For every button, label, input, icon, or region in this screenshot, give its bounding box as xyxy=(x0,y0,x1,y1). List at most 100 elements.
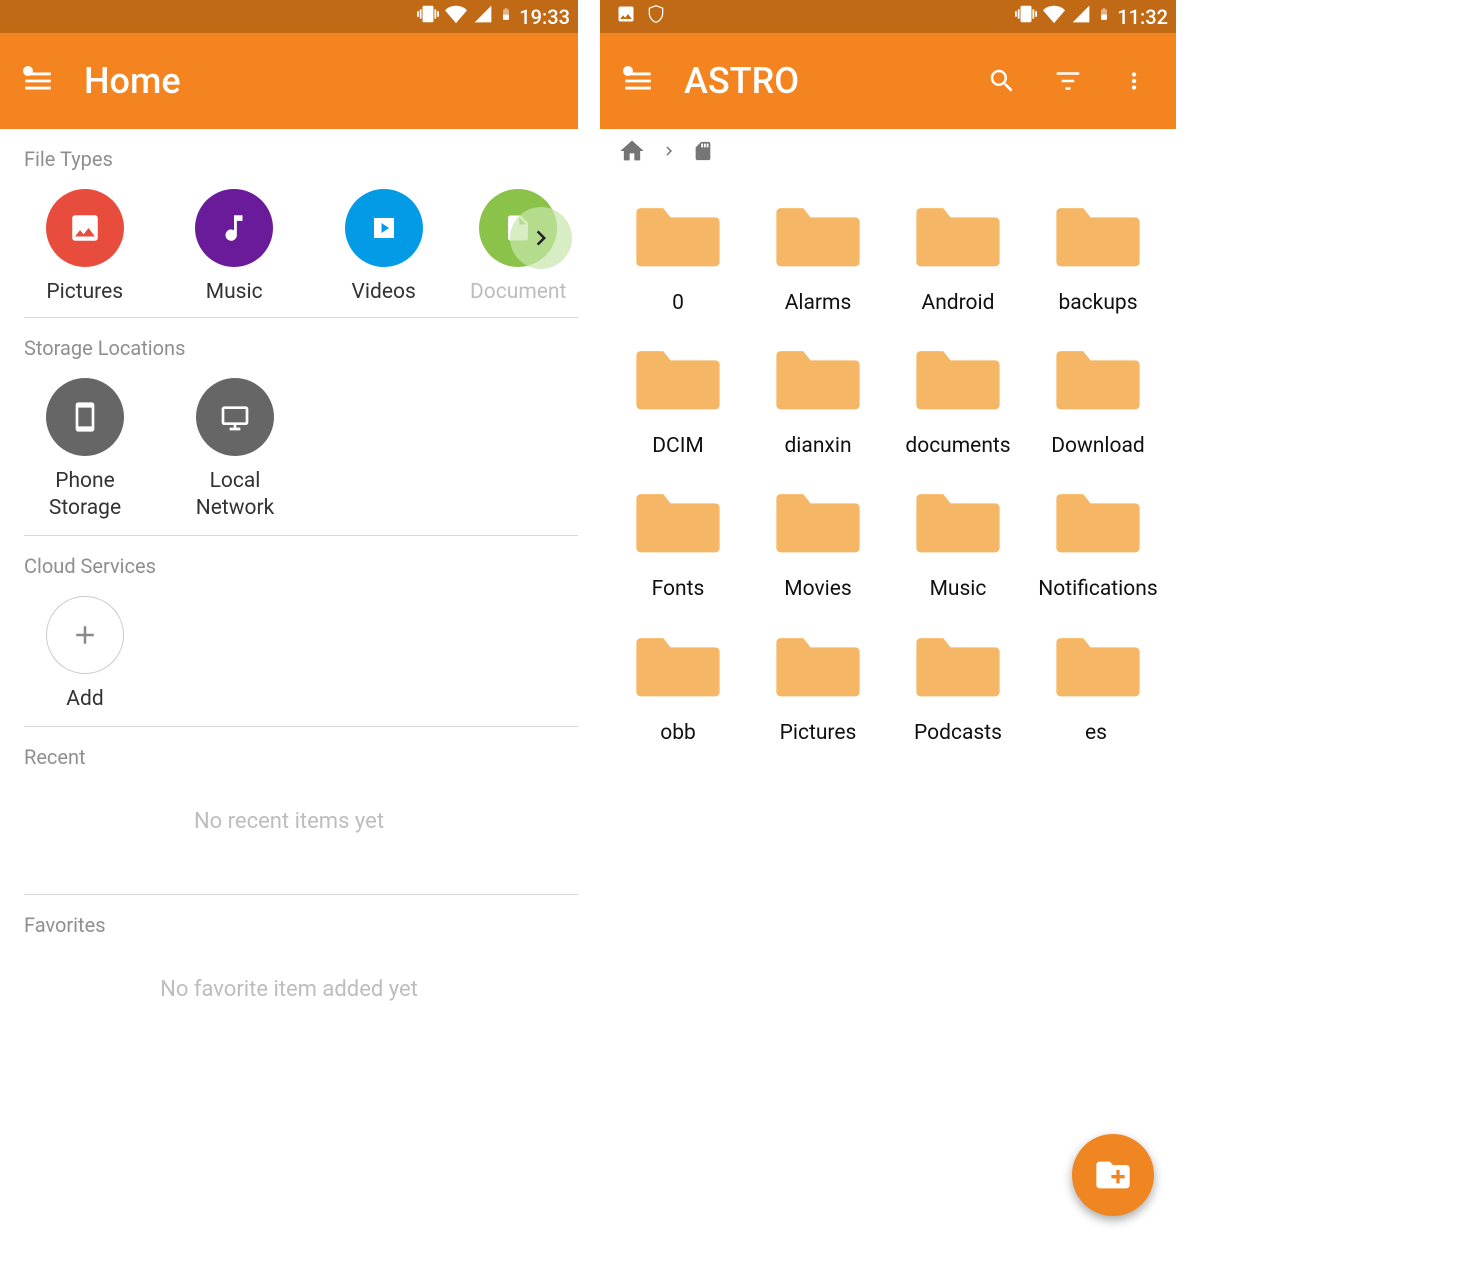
screen-home: 19:33 Home File Types Pictures Music xyxy=(0,0,580,1280)
folder-item[interactable]: 0 xyxy=(608,197,748,316)
storage-network[interactable]: Local Network xyxy=(160,378,310,521)
chevron-right-icon xyxy=(660,141,678,165)
page-title: ASTRO xyxy=(684,60,799,102)
folder-label: Android xyxy=(922,291,995,316)
folder-icon xyxy=(771,483,865,557)
folder-label: Music xyxy=(930,577,987,602)
folder-item[interactable]: Android xyxy=(888,197,1028,316)
folder-label: 0 xyxy=(672,291,684,316)
folder-icon xyxy=(631,340,725,414)
folder-label: Pictures xyxy=(780,721,857,746)
home-crumb-icon[interactable] xyxy=(618,137,646,169)
folder-label: documents xyxy=(905,434,1010,459)
filetype-label: Music xyxy=(206,279,263,305)
file-types-row: Pictures Music Videos Document xyxy=(0,181,578,317)
filetype-pictures[interactable]: Pictures xyxy=(10,189,159,305)
storage-label: Local Network xyxy=(196,468,275,521)
sd-crumb-icon[interactable] xyxy=(692,140,714,166)
status-time: 11:32 xyxy=(1117,5,1168,29)
wifi-icon xyxy=(1043,3,1065,30)
folder-grid: 0 Alarms Android backups DCIM dianxin do… xyxy=(600,177,1176,786)
music-icon xyxy=(195,189,273,267)
folder-label: DCIM xyxy=(652,434,704,459)
folder-item[interactable]: Alarms xyxy=(748,197,888,316)
filetype-videos[interactable]: Videos xyxy=(309,189,458,305)
vibrate-icon xyxy=(1015,3,1037,30)
cloud-add[interactable]: Add xyxy=(10,596,160,712)
menu-button[interactable] xyxy=(14,57,62,105)
folder-item[interactable]: Fonts xyxy=(608,483,748,602)
folder-item[interactable]: Download xyxy=(1028,340,1168,459)
folder-label: Alarms xyxy=(785,291,852,316)
wifi-icon xyxy=(445,3,467,30)
folder-label: es xyxy=(1085,721,1111,746)
folder-label: Podcasts xyxy=(914,721,1002,746)
signal-icon xyxy=(1071,4,1091,29)
filetype-label: Document xyxy=(470,279,566,305)
storage-label: Phone Storage xyxy=(49,468,121,521)
folder-icon xyxy=(771,627,865,701)
app-bar: ASTRO xyxy=(600,33,1176,129)
filetype-label: Videos xyxy=(352,279,416,305)
filetype-label: Pictures xyxy=(46,279,123,305)
folder-label: obb xyxy=(660,721,696,746)
folder-icon xyxy=(911,340,1005,414)
folder-label: dianxin xyxy=(784,434,851,459)
storage-phone[interactable]: Phone Storage xyxy=(10,378,160,521)
phone-icon xyxy=(46,378,124,456)
folder-icon xyxy=(911,197,1005,271)
status-bar: 19:33 xyxy=(0,0,578,33)
app-bar: Home xyxy=(0,33,578,129)
status-time: 19:33 xyxy=(519,5,570,29)
cloud-add-label: Add xyxy=(66,686,103,712)
folder-icon xyxy=(1051,197,1145,271)
favorites-empty: No favorite item added yet xyxy=(0,947,578,1062)
network-icon xyxy=(196,378,274,456)
menu-button[interactable] xyxy=(614,57,662,105)
search-button[interactable] xyxy=(980,59,1024,103)
folder-icon xyxy=(631,627,725,701)
filetype-music[interactable]: Music xyxy=(159,189,308,305)
folder-item[interactable]: DCIM xyxy=(608,340,748,459)
folder-icon xyxy=(631,483,725,557)
folder-item[interactable]: documents xyxy=(888,340,1028,459)
folder-icon xyxy=(631,197,725,271)
folder-item[interactable]: Movies xyxy=(748,483,888,602)
folder-item[interactable]: Notifications xyxy=(1028,483,1168,602)
signal-icon xyxy=(473,4,493,29)
folder-icon xyxy=(771,340,865,414)
folder-label: Movies xyxy=(784,577,851,602)
plus-icon xyxy=(46,596,124,674)
folder-item[interactable]: backups xyxy=(1028,197,1168,316)
folder-label: Download xyxy=(1051,434,1145,459)
folder-item[interactable]: obb xyxy=(608,627,748,746)
folder-item[interactable]: dianxin xyxy=(748,340,888,459)
folder-label: backups xyxy=(1058,291,1137,316)
folder-icon xyxy=(911,627,1005,701)
vibrate-icon xyxy=(417,3,439,30)
section-favorites-title: Favorites xyxy=(0,895,578,947)
overflow-button[interactable] xyxy=(1112,59,1156,103)
folder-icon xyxy=(911,483,1005,557)
battery-icon xyxy=(1097,3,1111,30)
filter-button[interactable] xyxy=(1046,59,1090,103)
scroll-right-button[interactable] xyxy=(510,207,572,269)
section-storage-title: Storage Locations xyxy=(0,318,578,370)
folder-icon xyxy=(1051,627,1145,701)
screen-browser: 11:32 ASTRO xyxy=(600,0,1176,1280)
folder-item[interactable]: Pictures xyxy=(748,627,888,746)
folder-icon xyxy=(1051,483,1145,557)
folder-item[interactable]: Music xyxy=(888,483,1028,602)
status-bar: 11:32 xyxy=(600,0,1176,33)
folder-item[interactable]: es xyxy=(1028,627,1168,746)
new-folder-fab[interactable] xyxy=(1072,1134,1154,1216)
section-recent-title: Recent xyxy=(0,727,578,779)
section-cloud-title: Cloud Services xyxy=(0,536,578,588)
folder-label: Notifications xyxy=(1038,577,1157,602)
folder-item[interactable]: Podcasts xyxy=(888,627,1028,746)
shield-notif-icon xyxy=(646,4,666,29)
battery-icon xyxy=(499,3,513,30)
breadcrumb xyxy=(600,129,1176,177)
image-notif-icon xyxy=(616,4,636,29)
recent-empty: No recent items yet xyxy=(0,779,578,894)
